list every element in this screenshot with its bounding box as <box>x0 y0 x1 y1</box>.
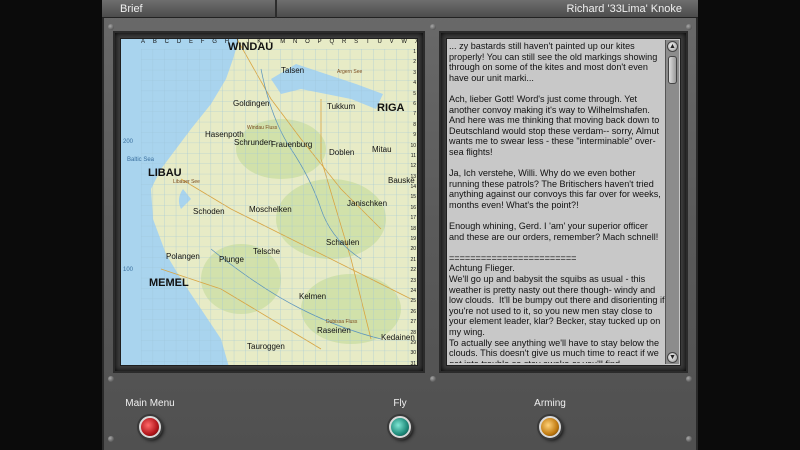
arming-knob-icon[interactable] <box>539 416 561 438</box>
rivet-icon <box>686 376 692 382</box>
map-label-moschelken: Moschelken <box>249 205 292 214</box>
map-row-numbers: 1 2 3 4 5 6 7 8 9 10 11 12 13 14 15 16 17 18 19 20 21 22 23 24 2… <box>410 49 416 366</box>
briefing-scrollbar[interactable]: ▲ ▼ <box>665 40 679 364</box>
map-label-schoden: Schoden <box>193 207 225 216</box>
briefing-panel[interactable]: ... zy bastards still haven't painted up… <box>446 38 681 366</box>
map-label-plunge: Plunge <box>219 255 244 264</box>
rivet-icon <box>686 24 692 30</box>
map-label-janischken: Janischken <box>347 199 388 208</box>
map-column-letters: ABCDEFGHIJKLMNOPQRSTUVWX <box>141 39 417 45</box>
map-label-schrunden: Schrunden <box>234 138 273 147</box>
arming-button[interactable]: Arming <box>505 398 595 438</box>
pilot-name: Richard '33Lima' Knoke <box>566 3 682 15</box>
scroll-down-icon[interactable]: ▼ <box>667 352 678 363</box>
rivet-icon <box>430 24 436 30</box>
map-label-schaulen: Schaulen <box>326 238 360 247</box>
map-label-kelmen: Kelmen <box>299 292 327 301</box>
map-label-argern-see: Argern See <box>337 69 363 75</box>
map-label-libau: LIBAU <box>148 167 182 179</box>
scroll-up-icon[interactable]: ▲ <box>667 41 678 52</box>
map-label-frauenburg: Frauenburg <box>271 140 313 149</box>
map-label-kedainen: Kedainen <box>381 333 415 342</box>
map-scale-200: 200 <box>123 139 134 145</box>
map-label-memel: MEMEL <box>149 277 189 289</box>
brief-title: Brief <box>102 0 277 18</box>
rivet-icon <box>108 376 114 382</box>
scroll-thumb[interactable] <box>668 56 677 84</box>
map-label-telsche: Telsche <box>253 247 281 256</box>
fly-knob-icon[interactable] <box>389 416 411 438</box>
rivet-icon <box>686 436 692 442</box>
main-menu-knob-icon[interactable] <box>139 416 161 438</box>
map-label-libau-see: Libauer See <box>173 179 200 185</box>
map-label-mitau: Mitau <box>372 145 392 154</box>
rivet-icon <box>430 376 436 382</box>
rivet-icon <box>108 24 114 30</box>
briefing-text: ... zy bastards still haven't painted up… <box>449 41 665 363</box>
map-label-dubissa: Dubissa Fluss <box>326 319 358 325</box>
main-menu-label: Main Menu <box>125 398 175 409</box>
map-label-riga: RIGA <box>377 102 405 114</box>
map-label-bauske: Bauske <box>388 176 415 185</box>
arming-label: Arming <box>534 398 566 409</box>
mission-map[interactable]: ABCDEFGHIJKLMNOPQRSTUVWX 123456789101112… <box>120 38 418 366</box>
map-label-tauroggen: Tauroggen <box>247 342 285 351</box>
title-bar: Brief Richard '33Lima' Knoke <box>102 0 698 18</box>
main-menu-button[interactable]: Main Menu <box>105 398 195 438</box>
map-scale-100: 100 <box>123 267 134 273</box>
map-label-polangen: Polangen <box>166 252 200 261</box>
fly-label: Fly <box>393 398 407 409</box>
map-label-windau-fluss: Windau Fluss <box>247 125 278 131</box>
map-label-talsen: Talsen <box>281 66 305 75</box>
map-label-goldingen: Goldingen <box>233 99 270 108</box>
map-label-doblen: Doblen <box>329 148 355 157</box>
fly-button[interactable]: Fly <box>355 398 445 438</box>
map-label-raseinen: Raseinen <box>317 326 351 335</box>
map-label-tukkum: Tukkum <box>327 102 356 111</box>
map-label-baltic-sea: Baltic Sea <box>127 157 155 163</box>
map-label-windau: WINDAU <box>228 41 274 53</box>
